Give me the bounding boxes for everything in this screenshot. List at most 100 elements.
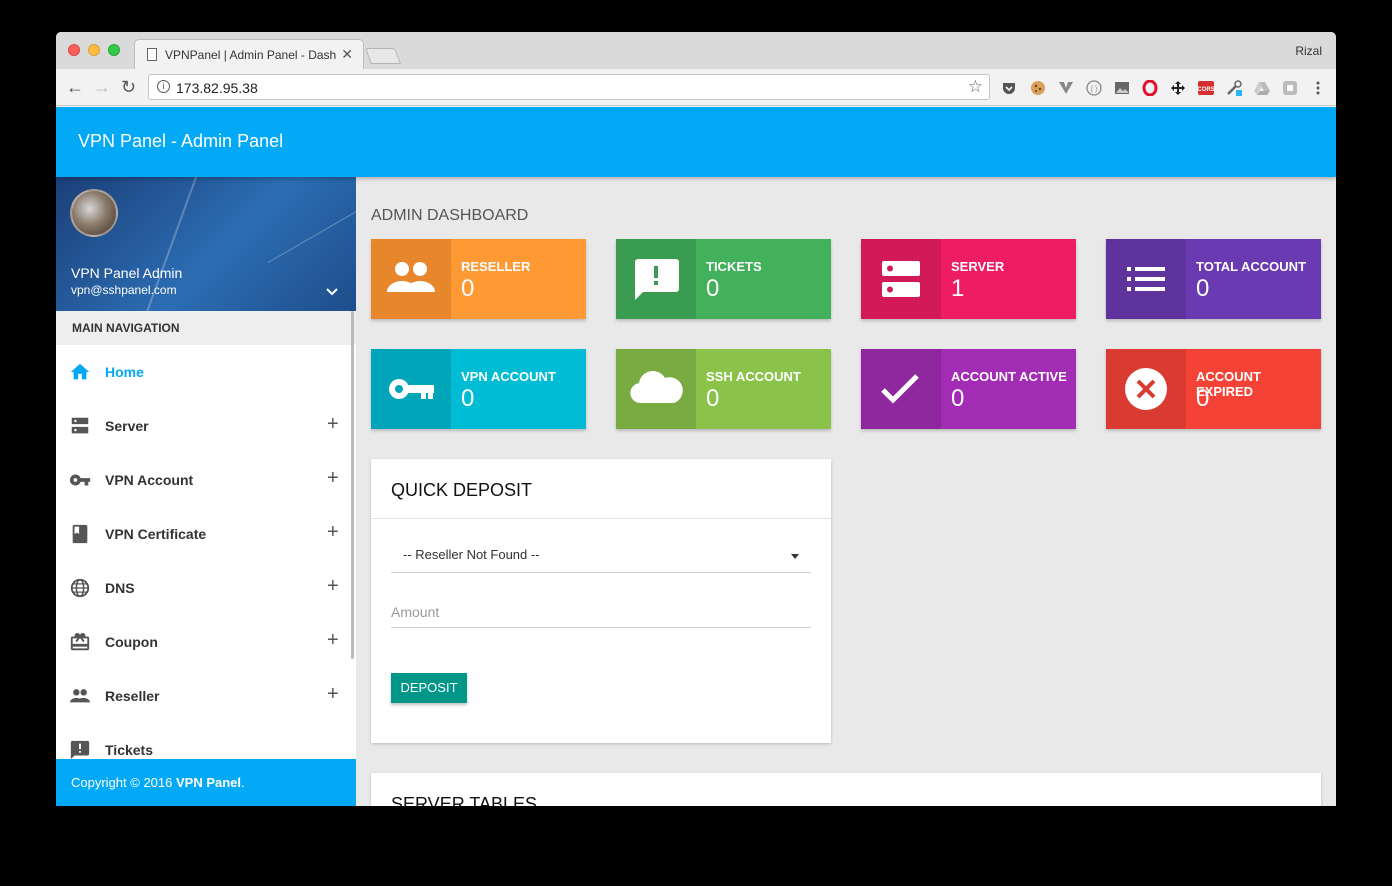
stat-value: 0: [461, 275, 475, 302]
page-title: ADMIN DASHBOARD: [371, 207, 529, 224]
cookie-icon[interactable]: [1030, 80, 1046, 96]
sidebar-item-reseller[interactable]: Reseller +: [56, 669, 356, 723]
sidebar-item-label: Reseller: [105, 688, 160, 704]
top-navbar: VPN Panel - Admin Panel: [56, 107, 1336, 177]
stat-box-total-account[interactable]: TOTAL ACCOUNT 0: [1106, 239, 1321, 319]
opera-icon[interactable]: [1142, 79, 1158, 97]
browser-window: VPNPanel | Admin Panel - Dash ✕ Rizal ← …: [56, 32, 1336, 806]
box-icon[interactable]: [1282, 80, 1298, 96]
stat-value: 0: [1196, 385, 1210, 412]
drive-icon[interactable]: [1254, 80, 1270, 96]
book-icon: [69, 523, 91, 545]
nav-header: MAIN NAVIGATION: [56, 311, 356, 345]
people-icon: [371, 239, 451, 319]
people-icon: [69, 685, 91, 707]
stat-box-reseller[interactable]: RESELLER 0: [371, 239, 586, 319]
vimium-icon[interactable]: [1058, 80, 1074, 96]
stat-value: 0: [461, 385, 475, 412]
caret-down-icon: [791, 554, 799, 559]
home-icon: [69, 361, 91, 383]
address-bar[interactable]: i 173.82.95.38 ☆: [148, 74, 990, 100]
amount-input[interactable]: Amount: [391, 601, 811, 628]
browser-toolbar: ← → ↻ i 173.82.95.38 ☆ { } CORS: [56, 69, 1336, 106]
expand-plus-icon[interactable]: +: [327, 575, 339, 598]
minimize-window-button[interactable]: [88, 44, 100, 56]
stat-box-tickets[interactable]: TICKETS 0: [616, 239, 831, 319]
server-tables-card: SERVER TABLES: [371, 773, 1321, 806]
expand-plus-icon[interactable]: +: [327, 629, 339, 652]
server-icon: [69, 415, 91, 437]
sidebar-item-label: VPN Account: [105, 472, 194, 488]
server-icon: [861, 239, 941, 319]
sidebar-item-label: VPN Certificate: [105, 526, 207, 542]
json-icon[interactable]: { }: [1086, 80, 1102, 96]
cloud-icon: [616, 349, 696, 429]
brand-title[interactable]: VPN Panel - Admin Panel: [78, 131, 283, 152]
pocket-icon[interactable]: [1001, 80, 1017, 96]
avatar[interactable]: [70, 189, 118, 237]
stat-box-account-active[interactable]: ACCOUNT ACTIVE 0: [861, 349, 1076, 429]
quick-deposit-card: QUICK DEPOSIT -- Reseller Not Found -- A…: [371, 459, 831, 743]
stat-value: 0: [1196, 275, 1210, 302]
reseller-select[interactable]: -- Reseller Not Found --: [391, 543, 811, 573]
sidebar-item-label: Coupon: [105, 634, 158, 650]
profile-name[interactable]: Rizal: [1295, 44, 1322, 58]
footer-suffix: .: [241, 775, 245, 790]
sidebar-item-vpn-certificate[interactable]: VPN Certificate +: [56, 507, 356, 561]
maximize-window-button[interactable]: [108, 44, 120, 56]
close-window-button[interactable]: [68, 44, 80, 56]
sidebar-menu: Home Server + VPN Account + VPN Certific…: [56, 345, 356, 777]
expand-plus-icon[interactable]: +: [327, 413, 339, 436]
app-viewport: VPN Panel - Admin Panel VPN Panel Admin …: [56, 107, 1336, 806]
stat-label: RESELLER: [461, 259, 531, 274]
user-email: vpn@sshpanel.com: [71, 283, 177, 297]
sidebar-item-home[interactable]: Home: [56, 345, 356, 399]
bookmark-star-icon[interactable]: ☆: [968, 77, 983, 97]
chevron-down-icon[interactable]: [324, 283, 340, 304]
back-button[interactable]: ←: [66, 77, 84, 97]
document-icon: [147, 48, 157, 61]
cors-icon[interactable]: CORS: [1197, 80, 1215, 96]
new-tab-button[interactable]: [365, 48, 401, 64]
tab-strip: VPNPanel | Admin Panel - Dash ✕ Rizal: [56, 32, 1336, 69]
reload-button[interactable]: ↻: [121, 77, 136, 97]
stat-label: VPN ACCOUNT: [461, 369, 556, 384]
forward-button[interactable]: →: [93, 77, 111, 97]
tool-icon[interactable]: [1226, 80, 1242, 96]
sidebar-item-dns[interactable]: DNS +: [56, 561, 356, 615]
stat-label: SERVER: [951, 259, 1005, 274]
tab-close-icon[interactable]: ✕: [341, 46, 353, 63]
globe-icon: [69, 577, 91, 599]
info-icon[interactable]: i: [157, 80, 170, 93]
stat-box-server[interactable]: SERVER 1: [861, 239, 1076, 319]
stat-box-account-expired[interactable]: ACCOUNT EXPIRED 0: [1106, 349, 1321, 429]
url-text[interactable]: 173.82.95.38: [176, 80, 258, 96]
sidebar-item-vpn-account[interactable]: VPN Account +: [56, 453, 356, 507]
expand-plus-icon[interactable]: +: [327, 521, 339, 544]
sidebar-item-server[interactable]: Server +: [56, 399, 356, 453]
menu-icon[interactable]: [1310, 80, 1326, 96]
stat-label: ACCOUNT ACTIVE: [951, 369, 1067, 384]
stat-label: SSH ACCOUNT: [706, 369, 801, 384]
stat-value: 1: [951, 275, 965, 302]
svg-text:{ }: { }: [1091, 86, 1098, 93]
footer-prefix: Copyright © 2016: [71, 775, 176, 790]
move-icon[interactable]: [1170, 80, 1186, 96]
footer-brand: VPN Panel: [175, 775, 242, 790]
expand-plus-icon[interactable]: +: [327, 467, 339, 490]
stat-value: 0: [706, 275, 720, 302]
stat-label: ACCOUNT EXPIRED: [1196, 369, 1261, 399]
sidebar: VPN Panel Admin vpn@sshpanel.com MAIN NA…: [56, 177, 356, 806]
expand-plus-icon[interactable]: +: [327, 683, 339, 706]
sidebar-item-coupon[interactable]: Coupon +: [56, 615, 356, 669]
deposit-button[interactable]: DEPOSIT: [391, 673, 467, 703]
tab-title: VPNPanel | Admin Panel - Dash: [165, 48, 337, 62]
stat-box-vpn-account[interactable]: VPN ACCOUNT 0: [371, 349, 586, 429]
card-title: SERVER TABLES: [391, 794, 538, 806]
feedback-icon: [616, 239, 696, 319]
cancel-icon: [1106, 349, 1186, 429]
stat-box-ssh-account[interactable]: SSH ACCOUNT 0: [616, 349, 831, 429]
sidebar-item-label: Server: [105, 418, 149, 434]
image-icon[interactable]: [1114, 80, 1130, 96]
browser-tab-active[interactable]: VPNPanel | Admin Panel - Dash ✕: [134, 39, 364, 69]
